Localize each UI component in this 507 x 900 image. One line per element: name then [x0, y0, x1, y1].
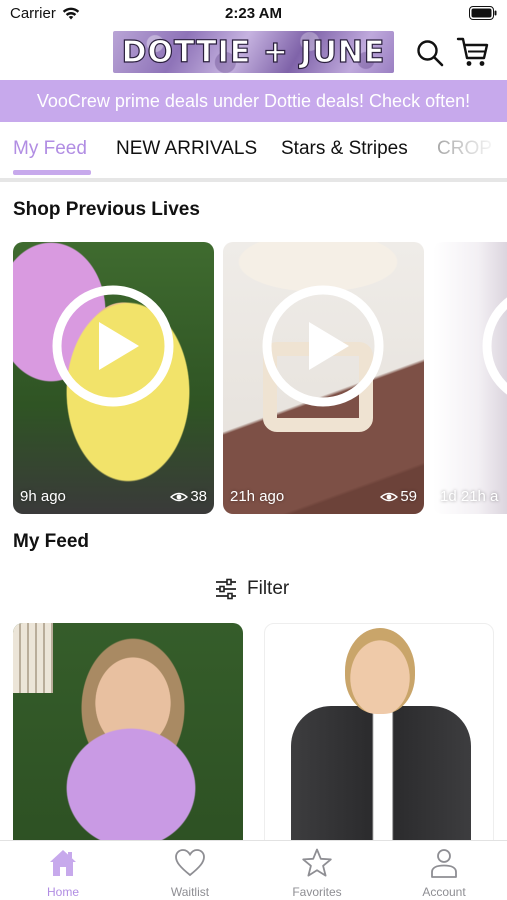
product-image-decor — [291, 706, 471, 840]
filter-button[interactable]: Filter — [214, 576, 289, 602]
view-count-value: 59 — [400, 488, 417, 505]
previous-lives-carousel[interactable]: 9h ago 38 21h ago 59 1d 21h a — [0, 242, 507, 515]
play-icon[interactable] — [481, 284, 507, 408]
product-image-decor — [345, 628, 415, 714]
tab-stars-and-stripes[interactable]: Stars & Stripes — [281, 138, 408, 160]
live-view-count: 38 — [170, 488, 207, 505]
sliders-icon — [216, 578, 236, 600]
tabbar-item-home[interactable]: Home — [13, 847, 113, 899]
live-video-card[interactable]: 1d 21h a — [433, 242, 507, 514]
battery-icon — [469, 6, 497, 20]
brand-logo[interactable]: DOTTIE + JUNE — [113, 31, 394, 73]
heart-icon — [175, 849, 205, 877]
cart-icon[interactable] — [456, 36, 490, 68]
live-view-count: 59 — [380, 488, 417, 505]
view-count-value: 38 — [190, 488, 207, 505]
tabbar-item-waitlist[interactable]: Waitlist — [140, 847, 240, 899]
product-card[interactable] — [264, 623, 494, 840]
product-grid — [0, 623, 507, 840]
star-icon — [302, 848, 332, 877]
tabbar-item-favorites[interactable]: Favorites — [267, 847, 367, 899]
play-icon[interactable] — [261, 284, 385, 408]
live-video-card[interactable]: 9h ago 38 — [13, 242, 214, 514]
tab-new-arrivals[interactable]: NEW ARRIVALS — [116, 138, 257, 160]
eye-icon — [170, 492, 189, 501]
person-icon — [431, 849, 457, 878]
live-time-ago: 9h ago — [20, 488, 66, 505]
product-card[interactable] — [13, 623, 243, 840]
feed-title: My Feed — [13, 531, 90, 552]
filter-label: Filter — [247, 578, 290, 599]
eye-icon — [380, 492, 399, 501]
tabbar-item-account[interactable]: Account — [394, 847, 494, 899]
category-tabs: My Feed NEW ARRIVALS Stars & Stripes CRO… — [0, 122, 507, 180]
live-time-ago: 21h ago — [230, 488, 285, 505]
play-icon[interactable] — [51, 284, 175, 408]
product-image-decor — [13, 623, 53, 693]
clock: 2:23 AM — [225, 5, 282, 22]
promo-banner[interactable]: VooCrew prime deals under Dottie deals! … — [0, 80, 507, 122]
tab-crop[interactable]: CROP — [437, 138, 492, 160]
logo-text: DOTTIE + JUNE — [121, 34, 386, 70]
tabbar-label: Favorites — [292, 885, 342, 899]
tabs-divider — [0, 178, 507, 182]
live-video-card[interactable]: 21h ago 59 — [223, 242, 424, 514]
active-tab-indicator — [13, 170, 91, 175]
previous-lives-title: Shop Previous Lives — [13, 199, 200, 220]
tabbar-label: Home — [46, 885, 79, 899]
tabbar-label: Waitlist — [170, 885, 210, 899]
app-header: DOTTIE + JUNE — [0, 28, 507, 80]
bottom-tab-bar: Home Waitlist Favorites Account — [0, 840, 507, 900]
live-time-ago: 1d 21h a — [440, 488, 499, 505]
status-bar: Carrier 2:23 AM — [0, 0, 507, 28]
tabbar-label: Account — [422, 885, 466, 899]
home-icon — [50, 850, 76, 876]
search-icon[interactable] — [415, 38, 445, 68]
tab-my-feed[interactable]: My Feed — [13, 138, 87, 160]
